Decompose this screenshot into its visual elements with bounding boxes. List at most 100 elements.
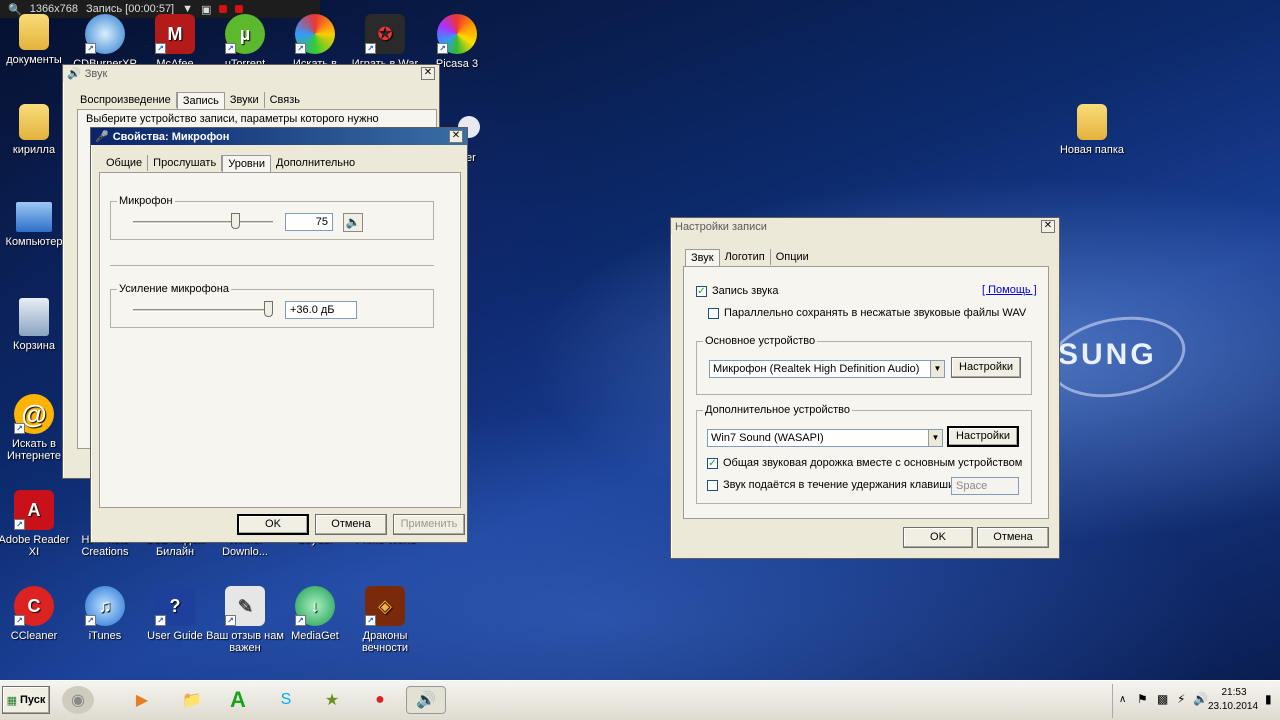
taskbar-sound-icon[interactable]: 🔊 (406, 686, 446, 714)
cancel-button[interactable]: Отмена (315, 514, 387, 535)
windows-logo-icon: ▦ (6, 694, 18, 707)
taskbar-app-gray-icon[interactable]: ◉ (62, 686, 94, 714)
desktop-icon-mcafee[interactable]: M↗ McAfee (136, 14, 214, 70)
taskbar-game-icon[interactable]: ★ (316, 686, 348, 714)
desktop-icon-documents[interactable]: документы (0, 14, 73, 66)
boost-value[interactable]: +36.0 дБ (285, 301, 357, 319)
user-guide-icon: ? ↗ (155, 586, 195, 626)
show-desktop-icon[interactable]: ▮ (1265, 692, 1272, 706)
ccleaner-icon: C ↗ (14, 586, 54, 626)
desktop-icon-adobe-reader[interactable]: A ↗ Adobe Reader XI (0, 490, 73, 558)
close-icon[interactable]: ✕ (1041, 220, 1055, 233)
main-device-select[interactable]: Микрофон (Realtek High Definition Audio)… (709, 360, 945, 378)
desktop-icon-cdburnerxp[interactable]: ↗ CDBurnerXP (66, 14, 144, 70)
power-icon[interactable]: ⚡ (1177, 692, 1185, 706)
tab-logo[interactable]: Логотип (720, 249, 771, 265)
desktop-icon-dragons[interactable]: ◈ ↗ Драконы вечности (346, 586, 424, 654)
extra-device-settings-button[interactable]: Настройки (947, 426, 1019, 447)
chevron-down-icon: ▼ (928, 430, 942, 446)
desktop-icon-new-folder[interactable]: Новая папка (1053, 104, 1131, 156)
taskbar-media-player-icon[interactable]: ▶ (126, 686, 158, 714)
taskbar-skype-icon[interactable]: S (270, 686, 302, 714)
mic-group-title: Микрофон (117, 195, 175, 207)
close-icon[interactable]: ✕ (421, 67, 435, 80)
samsung-watermark: SUNG (1058, 338, 1157, 371)
network-icon[interactable]: ▩ (1157, 692, 1168, 706)
shared-track-checkbox[interactable]: ✓ Общая звуковая дорожка вместе с основн… (707, 457, 1022, 469)
desktop-icon-itunes[interactable]: ♫ ↗ iTunes (66, 586, 144, 642)
folder-icon (19, 14, 49, 50)
cdburner-icon: ↗ (85, 14, 125, 54)
chevron-down-icon: ▼ (930, 361, 944, 377)
desktop-icon-mediaget[interactable]: ↓ ↗ MediaGet (276, 586, 354, 642)
tab-sounds[interactable]: Звуки (225, 92, 265, 108)
main-device-settings-button[interactable]: Настройки (951, 357, 1021, 378)
tab-general[interactable]: Общие (101, 155, 149, 171)
rec-settings-title: Настройки записи (675, 220, 767, 233)
rec-settings-titlebar[interactable]: Настройки записи ✕ (671, 218, 1059, 235)
tab-levels[interactable]: Уровни (222, 155, 271, 172)
boost-slider-track[interactable] (133, 309, 273, 312)
flag-icon[interactable]: ⚑ (1137, 692, 1148, 706)
dragons-game-icon: ◈ ↗ (365, 586, 405, 626)
tab-listen[interactable]: Прослушать (148, 155, 223, 171)
close-icon[interactable]: ✕ (449, 130, 463, 143)
tab-sound[interactable]: Звук (685, 249, 720, 266)
microphone-icon: 🎤 (95, 131, 109, 143)
record-sound-checkbox[interactable]: ✓ Запись звука (696, 285, 778, 297)
parallel-wav-checkbox[interactable]: Параллельно сохранять в несжатые звуковы… (708, 307, 1026, 319)
shortcut-arrow-icon: ↗ (85, 43, 96, 54)
shortcut-arrow-icon: ↗ (155, 43, 166, 54)
pause-icon[interactable] (219, 5, 228, 13)
desktop-icon-play-war[interactable]: ✪↗ Играть в War (346, 14, 424, 70)
computer-icon (16, 202, 52, 232)
picasa-icon: ↗ (437, 14, 477, 54)
tab-communication[interactable]: Связь (265, 92, 305, 108)
ok-button[interactable]: OK (237, 514, 309, 535)
itunes-icon: ♫ ↗ (85, 586, 125, 626)
mic-dialog-titlebar[interactable]: 🎤 Свойства: Микрофон ✕ (91, 128, 467, 145)
sound-window-titlebar[interactable]: 🔊 Звук ✕ (63, 65, 439, 82)
show-hidden-icons-icon[interactable]: ∧ (1119, 694, 1126, 705)
shortcut-arrow-icon: ↗ (225, 43, 236, 54)
taskbar-recorder-icon[interactable]: ● (364, 686, 396, 714)
speaker-icon: 🔊 (67, 68, 81, 80)
apply-button[interactable]: Применить (393, 514, 465, 535)
desktop-icon-search-in[interactable]: ↗ Искать в (276, 14, 354, 70)
boost-slider-thumb[interactable] (264, 301, 273, 317)
help-link[interactable]: [ Помощь ] (982, 284, 1037, 296)
tab-playback[interactable]: Воспроизведение (75, 92, 177, 108)
desktop-icon-ccleaner[interactable]: C ↗ CCleaner (0, 586, 73, 642)
mic-slider-track[interactable] (133, 221, 273, 224)
tab-advanced[interactable]: Дополнительно (271, 155, 360, 171)
desktop-icon-utorrent[interactable]: µ↗ uTorrent (206, 14, 284, 70)
hold-key-field[interactable]: Space (951, 477, 1019, 495)
checkmark-icon: ✓ (707, 457, 718, 469)
mic-slider-thumb[interactable] (231, 213, 241, 229)
desktop-icon-user-guide[interactable]: ? ↗ User Guide (136, 586, 214, 642)
desktop-icon-feedback[interactable]: ✎ ↗ Ваш отзыв нам важен (206, 586, 284, 654)
mic-level-value[interactable]: 75 (285, 213, 333, 231)
shortcut-arrow-icon: ↗ (85, 615, 96, 626)
clock-time[interactable]: 21:53 (1209, 687, 1259, 698)
tab-recording[interactable]: Запись (176, 92, 225, 109)
ok-button[interactable]: OK (903, 527, 973, 548)
shortcut-arrow-icon: ↗ (365, 615, 376, 626)
shortcut-arrow-icon: ↗ (14, 615, 25, 626)
stop-icon[interactable] (235, 5, 244, 13)
extra-device-select[interactable]: Win7 Sound (WASAPI) ▼ (707, 429, 943, 447)
system-tray: ∧ ⚑ ▩ ⚡ 🔊 21:53 23.10.2014 ▮ (1112, 684, 1278, 718)
clock-date[interactable]: 23.10.2014 (1205, 701, 1261, 712)
taskbar-folder-icon[interactable]: 📁 (176, 686, 208, 714)
taskbar-a-app-icon[interactable]: A (222, 686, 254, 714)
desktop-icon-picasa[interactable]: ↗ Picasa 3 (418, 14, 496, 70)
shortcut-arrow-icon: ↗ (155, 615, 166, 626)
tab-options[interactable]: Опции (771, 249, 814, 265)
cancel-button[interactable]: Отмена (977, 527, 1049, 548)
sound-window-title: Звук (84, 67, 108, 80)
start-button[interactable]: ▦ Пуск (2, 686, 50, 714)
shortcut-arrow-icon: ↗ (295, 43, 306, 54)
speaker-mute-icon[interactable]: 🔈 (343, 213, 363, 232)
hold-key-checkbox[interactable]: Звук подаётся в течение удержания клавиш… (707, 479, 954, 491)
mic-boost-group: Усиление микрофона +36.0 дБ (110, 283, 434, 328)
